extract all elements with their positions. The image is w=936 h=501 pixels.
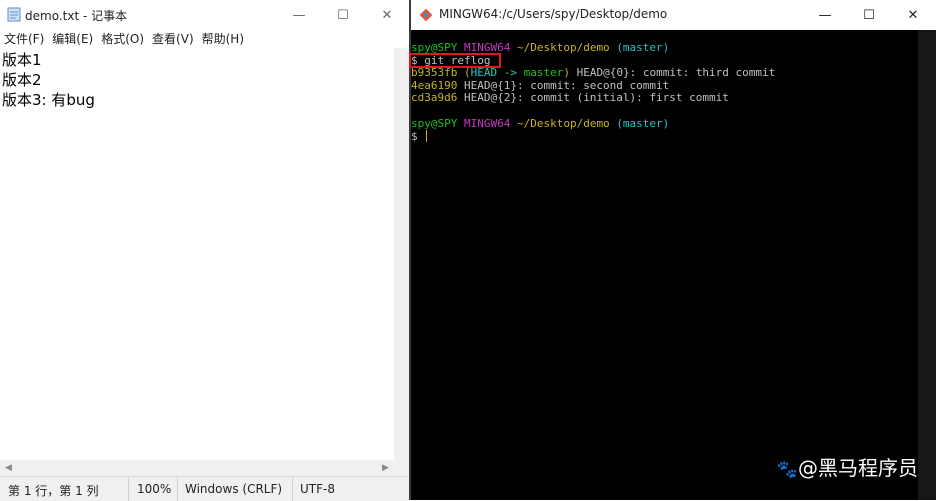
reflog-entry: cd3a9d6 HEAD@{2}: commit (initial): firs… — [411, 91, 729, 105]
paw-icon: 🐾 — [776, 460, 798, 480]
ref-bracket: ( — [463, 66, 471, 79]
text-line: 版本3: 有bug — [2, 91, 95, 109]
prompt-line: spy@SPY MINGW64 ~/Desktop/demo (master) — [411, 117, 670, 131]
branch-ref: master — [523, 66, 564, 79]
notepad-icon — [7, 7, 21, 22]
menu-edit[interactable]: 编辑(E) — [48, 30, 97, 48]
notepad-menu-bar: 文件(F) 编辑(E) 格式(O) 查看(V) 帮助(H) — [0, 30, 409, 48]
reflog-entry: b9353fb (HEAD -> master) HEAD@{0}: commi… — [411, 66, 776, 80]
text-line: 版本1 — [2, 51, 42, 69]
terminal-close-button[interactable]: ✕ — [891, 4, 935, 26]
status-divider — [128, 477, 129, 501]
git-icon — [419, 8, 433, 22]
terminal-minimize-button[interactable]: — — [803, 4, 847, 26]
terminal-title-bar[interactable]: MINGW64:/c/Users/spy/Desktop/demo — ☐ ✕ — [411, 0, 936, 30]
watermark: 🐾@黑马程序员 — [777, 452, 918, 481]
prompt-symbol: $ — [411, 130, 418, 143]
terminal-maximize-button[interactable]: ☐ — [847, 4, 891, 26]
prompt-path: ~/Desktop/demo — [516, 117, 610, 130]
ref-bracket: ) — [563, 66, 570, 79]
prompt-branch: (master) — [616, 117, 670, 130]
notepad-status-bar: 第 1 行，第 1 列 100% Windows (CRLF) UTF-8 — [0, 476, 409, 501]
prompt-path: ~/Desktop/demo — [516, 41, 610, 54]
encoding: UTF-8 — [300, 482, 335, 496]
menu-format[interactable]: 格式(O) — [97, 30, 148, 48]
notepad-horizontal-scrollbar[interactable]: ◀ ▶ — [0, 460, 394, 476]
notepad-title: demo.txt - 记事本 — [25, 9, 128, 23]
watermark-text: @黑马程序员 — [798, 456, 918, 480]
prompt-branch: (master) — [616, 41, 670, 54]
zoom-level: 100% — [137, 482, 172, 496]
line-ending: Windows (CRLF) — [185, 482, 283, 496]
notepad-text-area[interactable]: 版本1 版本2 版本3: 有bug — [2, 50, 95, 110]
reflog-text: HEAD@{2}: commit (initial): first commit — [457, 91, 729, 104]
menu-help[interactable]: 帮助(H) — [198, 30, 248, 48]
text-line: 版本2 — [2, 71, 42, 89]
terminal-window: MINGW64:/c/Users/spy/Desktop/demo — ☐ ✕ … — [409, 0, 936, 500]
scroll-right-icon[interactable]: ▶ — [382, 463, 389, 473]
cursor-position: 第 1 行，第 1 列 — [8, 484, 99, 498]
notepad-minimize-button[interactable]: — — [277, 4, 321, 26]
notepad-maximize-button[interactable]: ☐ — [321, 4, 365, 26]
scroll-left-icon[interactable]: ◀ — [5, 463, 12, 473]
terminal-output[interactable]: spy@SPY MINGW64 ~/Desktop/demo (master) … — [409, 30, 918, 500]
menu-file[interactable]: 文件(F) — [0, 30, 48, 48]
terminal-title: MINGW64:/c/Users/spy/Desktop/demo — [439, 7, 668, 21]
input-line[interactable]: $ — [411, 130, 428, 144]
commit-hash: b9353fb — [411, 66, 458, 79]
reflog-text: HEAD@{0}: commit: third commit — [569, 66, 776, 79]
head-ref: HEAD — [470, 66, 498, 79]
prompt-user: spy@SPY — [411, 117, 458, 130]
status-divider — [292, 477, 293, 501]
text-cursor — [426, 130, 428, 142]
status-divider — [177, 477, 178, 501]
notepad-title-bar[interactable]: demo.txt - 记事本 — ☐ ✕ — [0, 0, 409, 30]
menu-view[interactable]: 查看(V) — [148, 30, 198, 48]
notepad-window: demo.txt - 记事本 — ☐ ✕ 文件(F) 编辑(E) 格式(O) 查… — [0, 0, 409, 501]
notepad-close-button[interactable]: ✕ — [365, 4, 409, 26]
commit-hash: cd3a9d6 — [411, 91, 458, 104]
ref-arrow: -> — [497, 66, 524, 79]
prompt-env: MINGW64 — [463, 117, 511, 130]
terminal-scrollbar[interactable] — [918, 30, 936, 500]
notepad-vertical-scrollbar[interactable] — [394, 48, 409, 476]
